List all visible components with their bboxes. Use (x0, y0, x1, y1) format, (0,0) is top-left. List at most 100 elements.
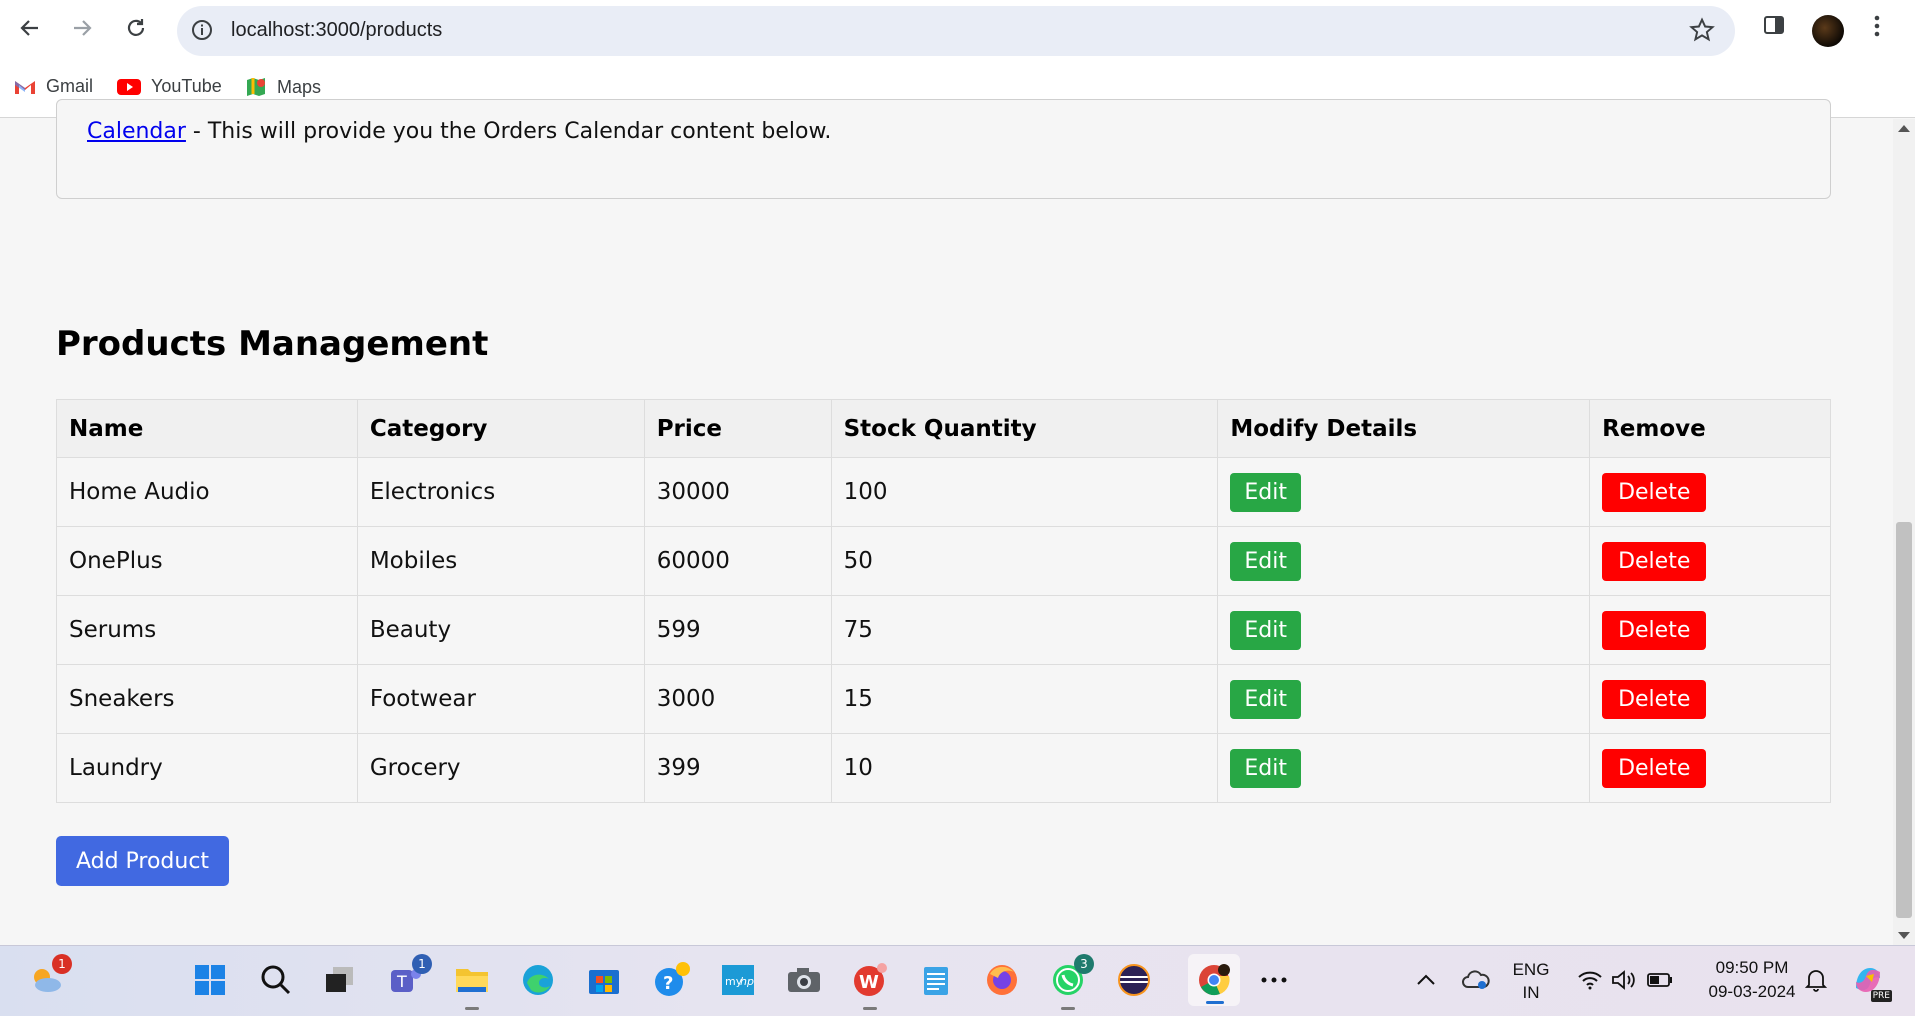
scroll-down-arrow-icon[interactable] (1898, 932, 1910, 939)
address-bar[interactable]: localhost:3000/products (177, 6, 1735, 56)
cell-price: 60000 (643, 526, 832, 596)
cell-price: 30000 (643, 457, 832, 527)
header-stock-quantity: Stock Quantity (830, 399, 1219, 458)
file-explorer-icon[interactable] (452, 960, 492, 1010)
svg-text:?: ? (663, 973, 673, 994)
cell-remove: Delete (1589, 526, 1831, 596)
myhp-icon[interactable]: my hp (718, 960, 758, 1000)
camera-icon[interactable] (784, 960, 824, 1000)
table-row: Home Audio Electronics 30000 100 Edit De… (56, 457, 1831, 527)
products-management-title: Products Management (56, 324, 489, 364)
reload-icon[interactable] (118, 10, 154, 46)
svg-text:T: T (396, 972, 407, 991)
whatsapp-icon[interactable]: 3 (1048, 954, 1094, 1010)
more-apps-icon[interactable] (1254, 960, 1294, 1000)
side-panel-icon[interactable] (1762, 13, 1786, 41)
battery-icon[interactable] (1640, 960, 1680, 1000)
edge-browser-icon[interactable] (518, 960, 558, 1000)
maps-icon (247, 78, 265, 96)
volume-icon[interactable] (1604, 960, 1644, 1000)
cell-category: Footwear (356, 664, 645, 734)
table-header-row: Name Category Price Stock Quantity Modif… (56, 399, 1831, 458)
calendar-link[interactable]: Calendar (87, 119, 186, 144)
whatsapp-badge: 3 (1074, 954, 1094, 974)
cell-category: Mobiles (356, 526, 645, 596)
cell-modify: Edit (1217, 526, 1591, 596)
cell-price: 599 (643, 595, 832, 665)
firefox-icon[interactable] (982, 960, 1022, 1000)
cell-price: 3000 (643, 664, 832, 734)
forward-icon[interactable] (64, 10, 100, 46)
edit-button[interactable]: Edit (1230, 748, 1301, 788)
gmail-icon (15, 80, 35, 94)
notification-bell-icon[interactable] (1796, 960, 1836, 1000)
cell-stock: 50 (830, 526, 1219, 596)
copilot-icon[interactable]: PRE (1848, 960, 1892, 1002)
table-row: Serums Beauty 599 75 Edit Delete (56, 595, 1831, 665)
cell-name: Sneakers (56, 664, 358, 734)
bookmark-maps[interactable]: Maps (245, 76, 321, 98)
bookmark-star-icon[interactable] (1689, 17, 1715, 47)
edit-button[interactable]: Edit (1230, 541, 1301, 581)
back-icon[interactable] (12, 10, 48, 46)
copilot-pre-tag: PRE (1870, 990, 1892, 1002)
browser-toolbar: localhost:3000/products (0, 0, 1915, 62)
teams-badge: 1 (412, 954, 432, 974)
profile-avatar[interactable] (1812, 15, 1844, 47)
weather-widget-icon[interactable]: 1 (26, 954, 72, 1000)
table-row: OnePlus Mobiles 60000 50 Edit Delete (56, 526, 1831, 596)
page-viewport: Calendar - This will provide you the Ord… (0, 99, 1893, 945)
search-icon[interactable] (256, 960, 296, 1000)
cell-category: Electronics (356, 457, 645, 527)
cell-name: OnePlus (56, 526, 358, 596)
delete-button[interactable]: Delete (1602, 541, 1707, 581)
menu-kebab-icon[interactable] (1872, 13, 1882, 43)
cell-name: Laundry (56, 733, 358, 803)
table-row: Laundry Grocery 399 10 Edit Delete (56, 733, 1831, 803)
add-product-button[interactable]: Add Product (56, 836, 229, 886)
wps-office-icon[interactable]: W (850, 960, 890, 1010)
chrome-icon[interactable] (1188, 954, 1240, 1006)
header-remove: Remove (1589, 399, 1831, 458)
header-price: Price (643, 399, 832, 458)
table-row: Sneakers Footwear 3000 15 Edit Delete (56, 664, 1831, 734)
page-scrollbar[interactable] (1893, 119, 1915, 945)
weather-badge: 1 (52, 954, 72, 974)
cell-modify: Edit (1217, 733, 1591, 803)
edit-button[interactable]: Edit (1230, 610, 1301, 650)
edit-button[interactable]: Edit (1230, 472, 1301, 512)
windows-taskbar: 1 T 1 ? my hp W 3 ENG IN 09:50 PM 09-03-… (0, 945, 1915, 1016)
cell-stock: 100 (830, 457, 1219, 527)
delete-button[interactable]: Delete (1602, 748, 1707, 788)
scroll-up-arrow-icon[interactable] (1898, 125, 1910, 132)
delete-button[interactable]: Delete (1602, 679, 1707, 719)
site-info-icon[interactable] (191, 19, 213, 45)
edit-button[interactable]: Edit (1230, 679, 1301, 719)
start-windows-icon[interactable] (190, 960, 230, 1000)
delete-button[interactable]: Delete (1602, 472, 1707, 512)
eclipse-ide-icon[interactable] (1114, 960, 1154, 1000)
cell-remove: Delete (1589, 457, 1831, 527)
cell-name: Home Audio (56, 457, 358, 527)
svg-text:hp: hp (740, 975, 754, 988)
bookmark-gmail[interactable]: Gmail (14, 76, 93, 97)
delete-button[interactable]: Delete (1602, 610, 1707, 650)
teams-icon[interactable]: T 1 (386, 954, 432, 1000)
cell-modify: Edit (1217, 595, 1591, 665)
task-view-icon[interactable] (320, 960, 360, 1000)
cell-stock: 10 (830, 733, 1219, 803)
microsoft-store-icon[interactable] (584, 960, 624, 1000)
onedrive-sync-icon[interactable] (1456, 960, 1496, 1000)
chevron-up-icon[interactable] (1406, 960, 1446, 1000)
bookmark-youtube[interactable]: YouTube (117, 76, 222, 97)
calendar-info-card (56, 99, 1831, 199)
get-help-icon[interactable]: ? (652, 960, 692, 1000)
svg-text:W: W (859, 972, 879, 993)
products-table: Name Category Price Stock Quantity Modif… (56, 399, 1831, 803)
scrollbar-thumb[interactable] (1896, 522, 1912, 918)
cell-category: Beauty (356, 595, 645, 665)
url-text[interactable]: localhost:3000/products (231, 19, 442, 42)
notepad-icon[interactable] (916, 960, 956, 1000)
language-indicator[interactable]: ENG IN (1508, 960, 1554, 1003)
cell-modify: Edit (1217, 457, 1591, 527)
